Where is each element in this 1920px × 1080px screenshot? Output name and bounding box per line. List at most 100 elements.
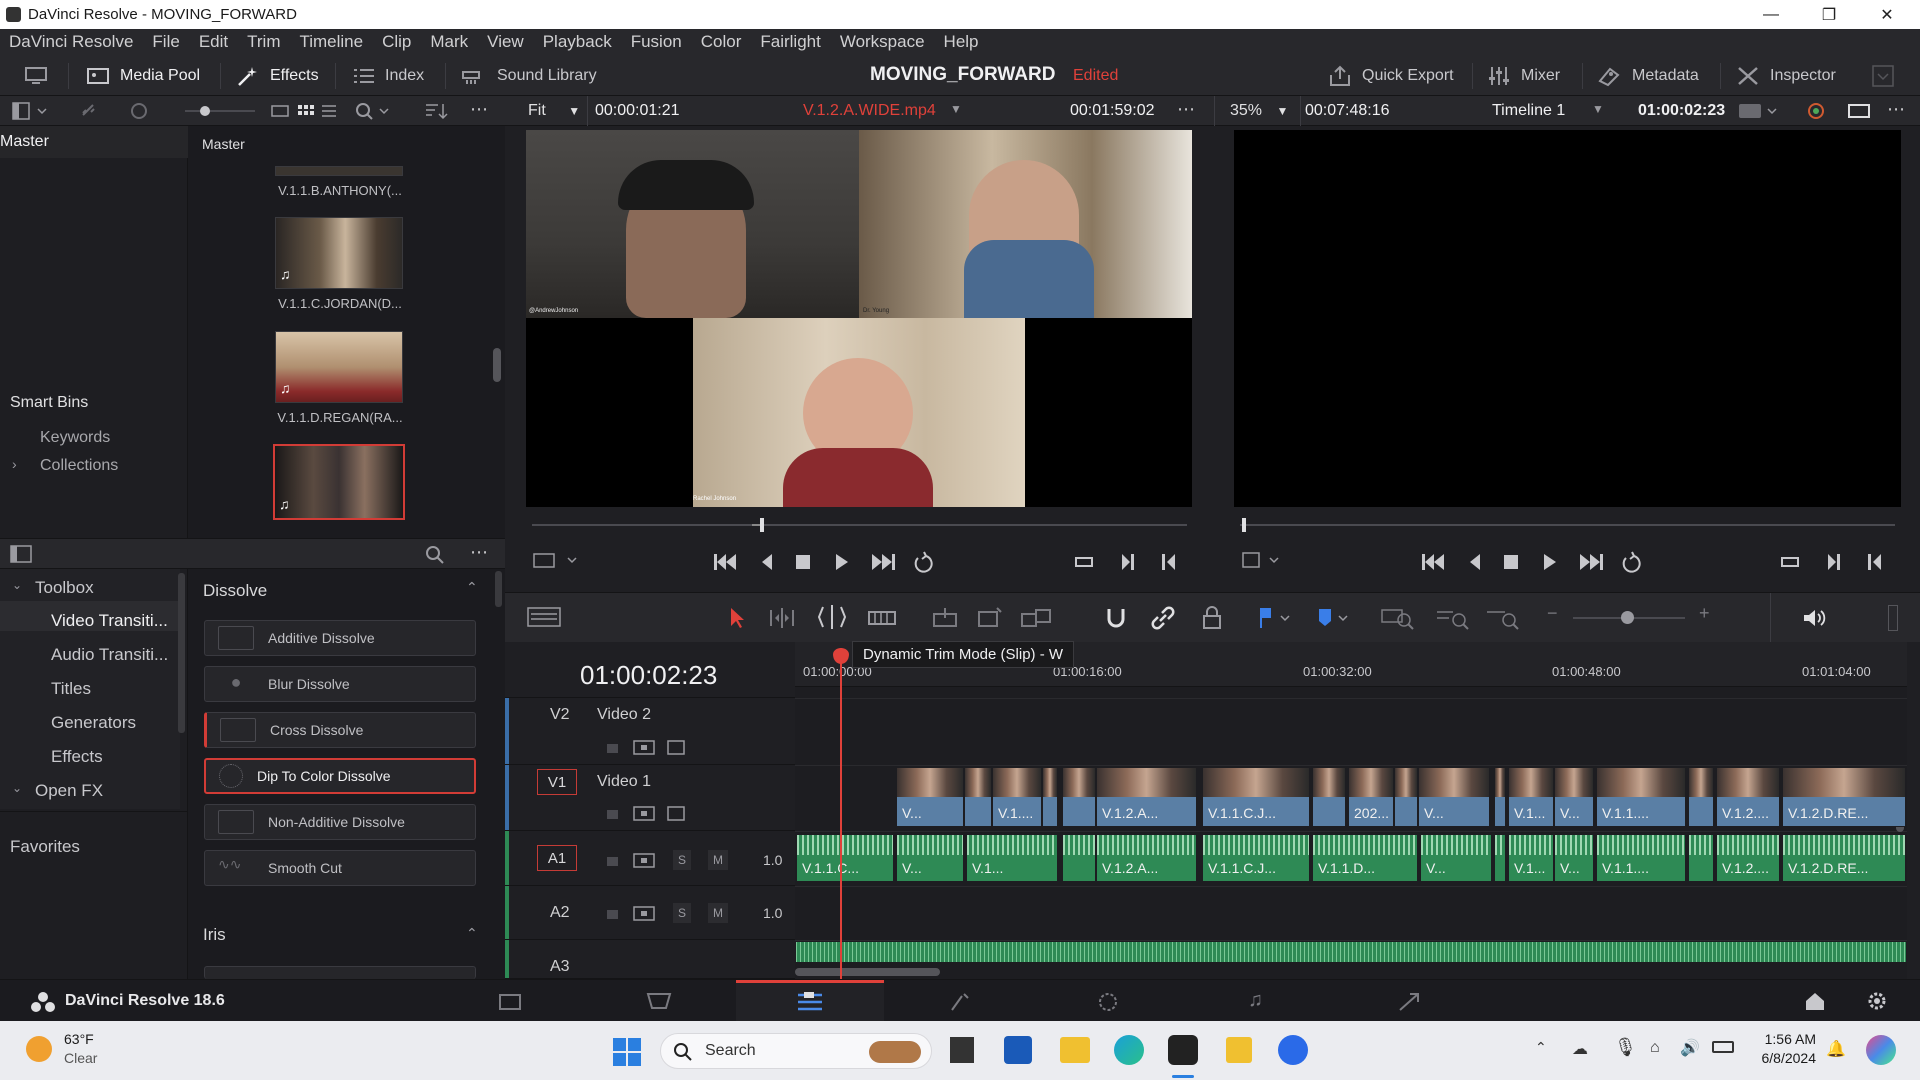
windows-start-icon[interactable] [612, 1037, 642, 1067]
zoom-app-icon[interactable] [1278, 1035, 1308, 1065]
view-mode-icons[interactable] [270, 102, 340, 120]
store-icon[interactable] [1004, 1036, 1032, 1064]
track-id-v1[interactable]: V1 [537, 769, 577, 795]
iris-header[interactable]: Iris [203, 925, 226, 945]
timeline-audio-clip[interactable]: V.1... [1508, 834, 1554, 882]
panel-layout-icon[interactable] [12, 102, 52, 120]
timeline-video-clip[interactable]: V... [896, 767, 964, 827]
timeline-audio-clip[interactable]: V.1.1.... [1596, 834, 1686, 882]
bin-master[interactable]: Master [0, 133, 49, 151]
timeline-audio-clip[interactable] [1494, 834, 1506, 882]
tray-chevron-icon[interactable]: ⌃ [1535, 1039, 1547, 1056]
timeline-viewer-options-icon[interactable]: ⋯ [1887, 99, 1905, 120]
track-controls-a1[interactable] [605, 851, 655, 869]
dynamic-trim-icon[interactable] [817, 603, 847, 631]
timeline-video-clip[interactable] [1062, 767, 1096, 827]
more-options-icon[interactable]: ⋯ [470, 99, 488, 120]
search-icon[interactable] [355, 102, 395, 120]
timeline-video-clip[interactable] [1312, 767, 1346, 827]
fx-badge-icon[interactable] [1738, 102, 1778, 120]
linked-selection-icon[interactable] [1150, 605, 1176, 631]
fairlight-page-icon[interactable]: ♫ [1248, 989, 1263, 1012]
timeline-viewer-playhead[interactable] [1242, 518, 1246, 532]
viewer-mode-icon[interactable] [1848, 103, 1870, 119]
menu-file[interactable]: File [152, 32, 179, 52]
timeline-video-clip[interactable] [1394, 767, 1418, 827]
smart-bin-keywords[interactable]: Keywords [40, 429, 110, 447]
flag-icon[interactable] [1257, 606, 1293, 630]
maximize-button[interactable]: ❐ [1800, 0, 1858, 29]
clock-date[interactable]: 6/8/2024 [1746, 1050, 1817, 1066]
speaker-icon[interactable]: 🔊 [1680, 1038, 1700, 1058]
timeline-video-clip[interactable]: V.1.... [992, 767, 1042, 827]
timeline-audio-clip[interactable]: V.1.1.C... [796, 834, 894, 882]
media-page-icon[interactable] [498, 992, 522, 1012]
folder-icon[interactable] [1226, 1037, 1252, 1063]
clip-scrollbar[interactable] [493, 348, 501, 382]
timeline-audio-clip[interactable]: V.1... [966, 834, 1058, 882]
timeline-audio-clip-a3[interactable] [796, 942, 1906, 962]
metadata-button[interactable]: Metadata [1596, 55, 1699, 96]
taskbar-search-box[interactable]: Search [660, 1033, 932, 1069]
toolbox-titles[interactable]: Titles [51, 679, 91, 699]
effects-scrollbar[interactable] [495, 571, 502, 607]
timeline-video-clip[interactable] [964, 767, 992, 827]
quick-export-button[interactable]: Quick Export [1328, 55, 1454, 96]
sound-library-button[interactable]: Sound Library [461, 55, 597, 96]
timeline-audio-clip[interactable] [1062, 834, 1096, 882]
toolbox-header[interactable]: Toolbox [35, 578, 94, 598]
menu-view[interactable]: View [487, 32, 524, 52]
zoom-custom-icon[interactable] [1485, 606, 1521, 630]
smart-bin-collections[interactable]: Collections [40, 457, 118, 475]
solo-button[interactable]: S [673, 850, 691, 870]
timeline-video-clip[interactable]: 202... [1348, 767, 1394, 827]
overwrite-clip-icon[interactable] [975, 606, 1005, 630]
deliver-page-icon[interactable] [1396, 990, 1422, 1014]
toolbox-open-fx[interactable]: Open FX [35, 781, 103, 801]
favorites-header[interactable]: Favorites [10, 837, 80, 857]
menu-workspace[interactable]: Workspace [840, 32, 925, 52]
timeline-audio-clip[interactable]: V... [1554, 834, 1594, 882]
clip-thumbnail-regan[interactable]: ♫ [275, 331, 403, 403]
track-controls-a2[interactable] [605, 904, 655, 922]
onedrive-icon[interactable]: ☁ [1572, 1039, 1588, 1059]
color-page-icon[interactable] [1096, 990, 1120, 1014]
task-view-icon[interactable] [950, 1037, 974, 1063]
timeline-video-clip[interactable]: V.1.1.C.J... [1202, 767, 1310, 827]
dissolve-header[interactable]: Dissolve [203, 581, 267, 601]
close-button[interactable]: ✕ [1858, 0, 1916, 29]
toolbox-audio-transitions[interactable]: Audio Transiti... [51, 645, 168, 665]
track-controls-v1[interactable] [605, 804, 685, 822]
source-scrubber[interactable] [532, 524, 1187, 526]
weather-temp[interactable]: 63°F [64, 1031, 94, 1047]
effect-non-additive-dissolve[interactable]: Non-Additive Dissolve [204, 804, 476, 840]
sidebar-toggle-icon[interactable] [10, 545, 32, 563]
toolbox-chevron-icon[interactable]: ⌄ [12, 578, 22, 592]
fusion-page-icon[interactable] [948, 990, 972, 1014]
timeline-video-clip[interactable]: V.1.2.A... [1096, 767, 1197, 827]
zoom-dropdown[interactable]: 35% ▼ [1230, 102, 1288, 120]
source-options-icon[interactable]: ⋯ [1177, 99, 1195, 120]
timeline-video-clip[interactable]: V... [1418, 767, 1490, 827]
zoom-slider-handle[interactable] [1621, 611, 1634, 624]
openfx-chevron-icon[interactable]: ⌄ [12, 781, 22, 795]
weather-condition[interactable]: Clear [64, 1050, 97, 1066]
clip-dropdown-icon[interactable]: ▼ [950, 102, 962, 116]
solo-button[interactable]: S [673, 903, 691, 923]
mixer-button[interactable]: Mixer [1487, 55, 1560, 96]
effects-button[interactable]: Effects [236, 55, 319, 96]
inspector-button[interactable]: Inspector [1736, 55, 1836, 96]
menu-davinci[interactable]: DaVinci Resolve [9, 32, 133, 52]
menu-edit[interactable]: Edit [199, 32, 228, 52]
timeline-view-options-icon[interactable] [527, 606, 561, 628]
mute-button[interactable]: M [708, 903, 728, 923]
menu-fusion[interactable]: Fusion [631, 32, 682, 52]
insert-clip-icon[interactable] [930, 606, 960, 630]
toolbox-video-transitions[interactable]: Video Transiti... [51, 611, 168, 631]
link-icon[interactable] [80, 102, 100, 120]
timeline-audio-clip[interactable]: V.1.1.C.J... [1202, 834, 1310, 882]
wifi-icon[interactable]: ⌂ [1650, 1039, 1660, 1057]
timeline-view-options-icon[interactable] [1240, 550, 1290, 570]
menu-playback[interactable]: Playback [543, 32, 612, 52]
position-lock-icon[interactable] [1200, 605, 1224, 631]
